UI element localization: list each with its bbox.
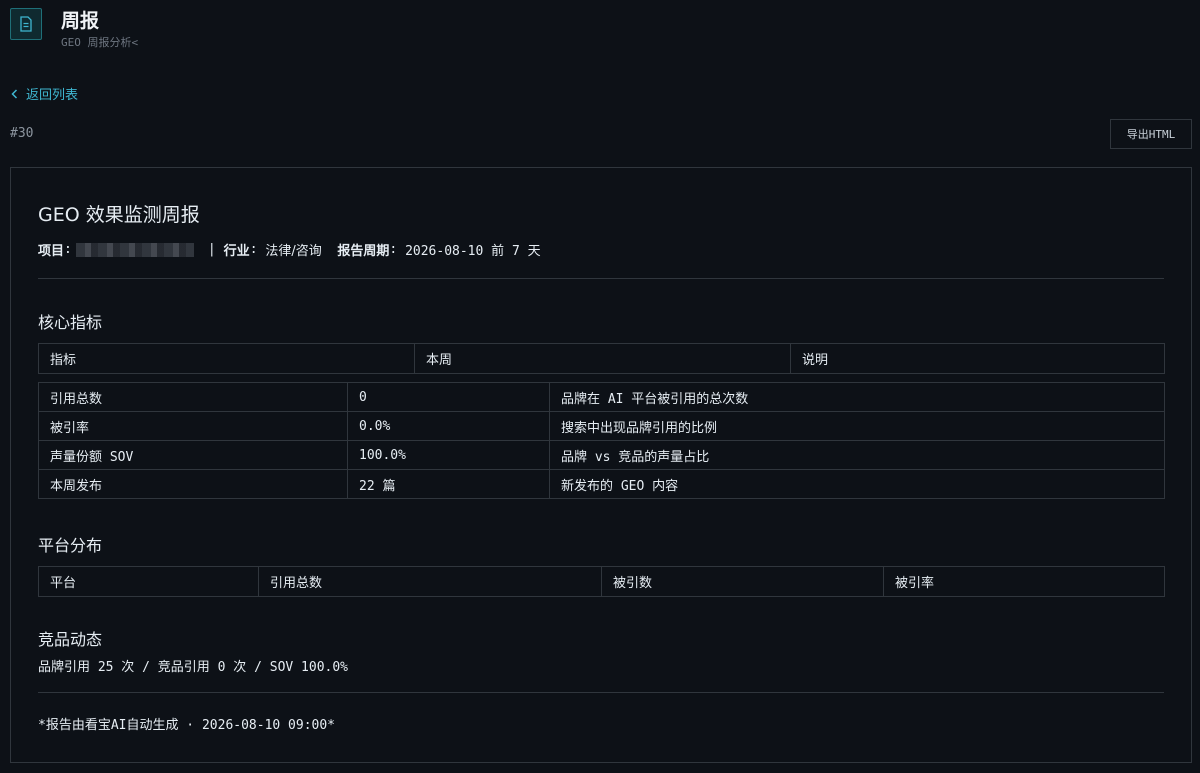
table-row: 被引率 0.0% 搜索中出现品牌引用的比例 [38, 411, 1165, 441]
platform-heading: 平台分布 [38, 536, 103, 555]
divider [38, 278, 1164, 279]
metric-description: 品牌 vs 竞品的声量占比 [549, 440, 1165, 470]
column-header: 本周 [414, 343, 791, 374]
competitor-summary: 品牌引用 25 次 / 竞品引用 0 次 / SOV 100.0% [38, 660, 349, 675]
column-header: 指标 [38, 343, 415, 374]
document-icon [10, 8, 42, 40]
core-metrics-heading: 核心指标 [38, 313, 103, 332]
metric-value: 22 篇 [347, 469, 550, 499]
table-row: 引用总数 0 品牌在 AI 平台被引用的总次数 [38, 382, 1165, 412]
period-label: 报告周期 [337, 244, 390, 259]
metric-name: 引用总数 [38, 382, 348, 412]
core-metrics-table: 引用总数 0 品牌在 AI 平台被引用的总次数 被引率 0.0% 搜索中出现品牌… [38, 382, 1165, 499]
column-header: 平台 [38, 566, 259, 597]
report-card: GEO 效果监测周报 项目: | 行业: 法律/咨询 报告周期: 2026-08… [10, 167, 1192, 763]
metric-description: 搜索中出现品牌引用的比例 [549, 411, 1165, 441]
chevron-left-icon [11, 88, 18, 99]
core-metrics-header-table: 指标 本周 说明 [38, 343, 1165, 374]
metric-description: 新发布的 GEO 内容 [549, 469, 1165, 499]
divider [38, 692, 1164, 693]
period-value: 2026-08-10 前 7 天 [405, 244, 541, 259]
metric-name: 被引率 [38, 411, 348, 441]
metric-name: 本周发布 [38, 469, 348, 499]
report-meta: 项目: | 行业: 法律/咨询 报告周期: 2026-08-10 前 7 天 [38, 242, 541, 259]
industry-label: 行业 [223, 244, 250, 259]
export-html-button[interactable]: 导出HTML [1110, 119, 1192, 149]
page-subtitle: GEO 周报分析< [61, 36, 139, 49]
column-header: 被引数 [601, 566, 884, 597]
metric-name: 声量份额 SOV [38, 440, 348, 470]
platform-table: 平台 引用总数 被引数 被引率 [38, 566, 1165, 597]
metric-value: 100.0% [347, 440, 550, 470]
redacted-project-name [75, 242, 194, 257]
industry-value: 法律/咨询 [265, 244, 322, 259]
project-label: 项目 [38, 244, 65, 259]
column-header: 引用总数 [258, 566, 602, 597]
table-row: 本周发布 22 篇 新发布的 GEO 内容 [38, 469, 1165, 499]
back-label: 返回列表 [26, 88, 79, 103]
report-title: GEO 效果监测周报 [38, 204, 200, 226]
column-header: 说明 [790, 343, 1165, 374]
competitor-heading: 竞品动态 [38, 630, 103, 649]
page-header: 周报 GEO 周报分析< [10, 6, 610, 49]
back-to-list-link[interactable]: 返回列表 [11, 84, 78, 103]
report-id: #30 [10, 126, 34, 141]
metric-description: 品牌在 AI 平台被引用的总次数 [549, 382, 1165, 412]
metric-value: 0 [347, 382, 550, 412]
metric-value: 0.0% [347, 411, 550, 441]
report-footer: *报告由看宝AI自动生成 · 2026-08-10 09:00* [38, 718, 336, 733]
page-title: 周报 [61, 10, 100, 32]
table-row: 声量份额 SOV 100.0% 品牌 vs 竞品的声量占比 [38, 440, 1165, 470]
column-header: 被引率 [883, 566, 1165, 597]
